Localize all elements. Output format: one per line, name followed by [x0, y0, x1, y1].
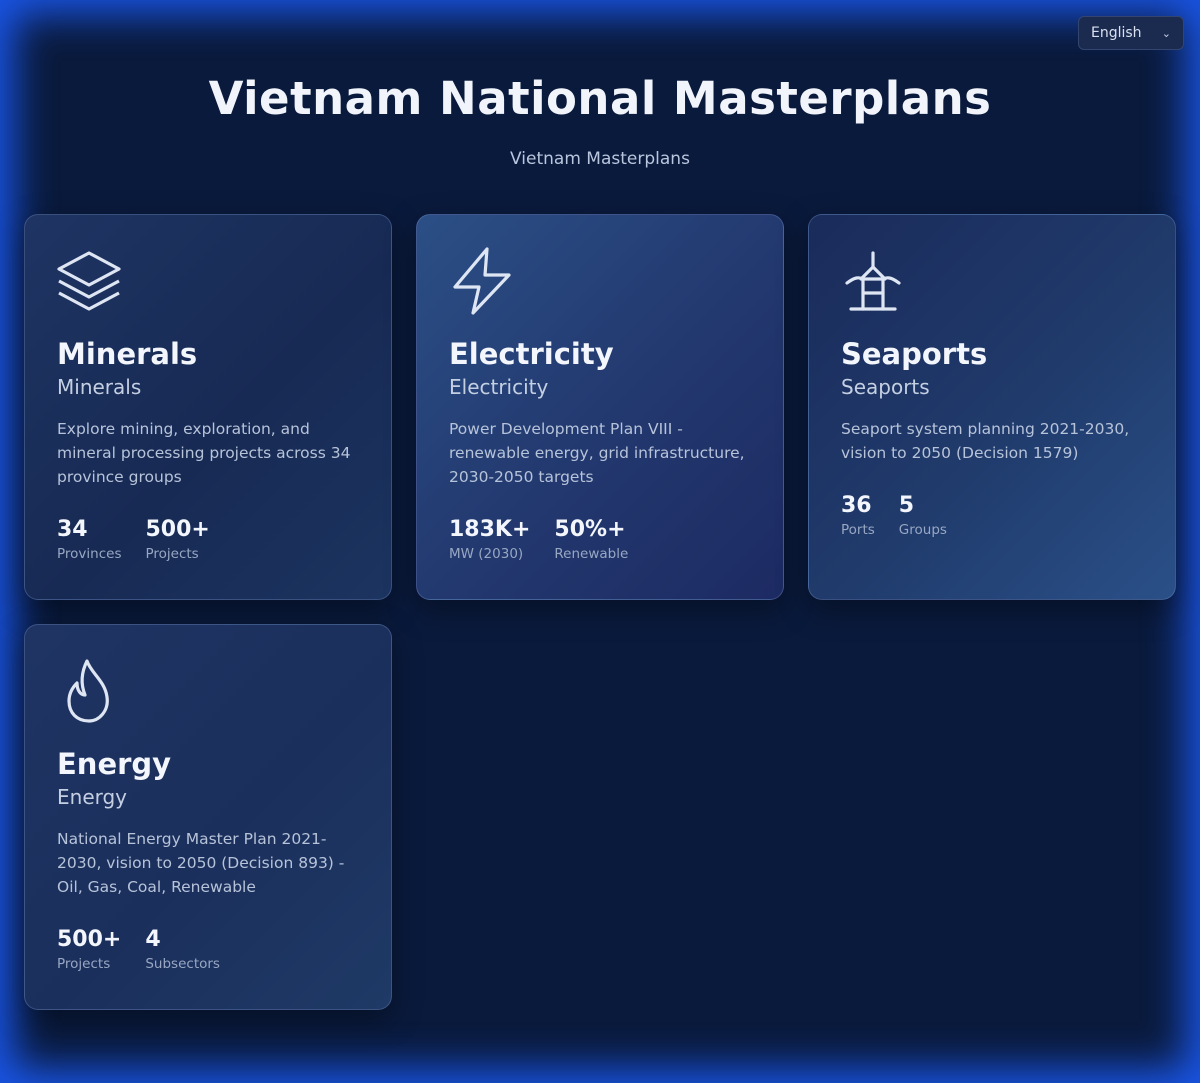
stat-value: 50%+ [554, 517, 626, 542]
card-energy[interactable]: Energy Energy National Energy Master Pla… [24, 624, 392, 1010]
stat: 50%+ Renewable [554, 517, 628, 562]
card-electricity[interactable]: Electricity Electricity Power Developmen… [416, 214, 784, 600]
card-subtitle: Minerals [57, 375, 142, 399]
stat-label: Ports [841, 522, 875, 538]
page-subtitle: Vietnam Masterplans [510, 149, 690, 169]
port-icon [845, 251, 901, 311]
stat: 5 Groups [899, 493, 947, 538]
stat-value: 500+ [57, 927, 122, 952]
stat-value: 36 [841, 493, 872, 518]
stat-label: Projects [57, 956, 111, 972]
card-title: Electricity [449, 337, 614, 371]
card-subtitle: Seaports [841, 375, 930, 399]
card-title: Minerals [57, 337, 198, 371]
card-subtitle: Electricity [449, 375, 549, 399]
card-description: Explore mining, exploration, and mineral… [57, 420, 351, 486]
card-title: Energy [57, 747, 172, 781]
stat-value: 5 [898, 493, 915, 518]
stat-label: Subsectors [145, 956, 220, 972]
flame-icon [67, 659, 109, 723]
stat-label: Renewable [554, 546, 629, 562]
card-seaports[interactable]: Seaports Seaports Seaport system plannin… [808, 214, 1176, 600]
stat-label: Provinces [57, 546, 122, 562]
lightning-icon [453, 247, 511, 315]
stat-label: Projects [145, 546, 199, 562]
stat: 4 Subsectors [145, 927, 220, 972]
stat-value: 500+ [145, 517, 210, 542]
stat: 183K+ MW (2030) [449, 517, 530, 562]
card-stats: 183K+ MW (2030) 50%+ Renewable [449, 517, 751, 562]
page-header: Vietnam National Masterplans Vietnam Mas… [0, 72, 1200, 169]
card-stats: 34 Provinces 500+ Projects [57, 517, 359, 562]
page-title: Vietnam National Masterplans [208, 72, 992, 125]
stat: 34 Provinces [57, 517, 121, 562]
stat-label: Groups [898, 522, 947, 538]
card-stats: 500+ Projects 4 Subsectors [57, 927, 359, 972]
card-title: Seaports [841, 337, 988, 371]
card-subtitle: Energy [57, 785, 128, 809]
card-description: National Energy Master Plan 2021-2030, v… [57, 830, 345, 896]
layers-icon [57, 251, 121, 311]
card-description: Seaport system planning 2021-2030, visio… [841, 420, 1130, 462]
stat: 500+ Projects [57, 927, 121, 972]
card-minerals[interactable]: Minerals Minerals Explore mining, explor… [24, 214, 392, 600]
language-select-value: English [1091, 25, 1142, 41]
stat-value: 34 [57, 517, 88, 542]
stat-value: 4 [145, 927, 161, 952]
card-description: Power Development Plan VIII - renewable … [449, 420, 745, 486]
stat: 500+ Projects [145, 517, 209, 562]
card-stats: 36 Ports 5 Groups [841, 493, 1143, 538]
chevron-down-icon: ⌄ [1161, 26, 1171, 40]
stat-label: MW (2030) [449, 546, 524, 562]
stat: 36 Ports [841, 493, 875, 538]
language-select[interactable]: English ⌄ [1078, 16, 1184, 50]
stat-value: 183K+ [449, 517, 531, 542]
